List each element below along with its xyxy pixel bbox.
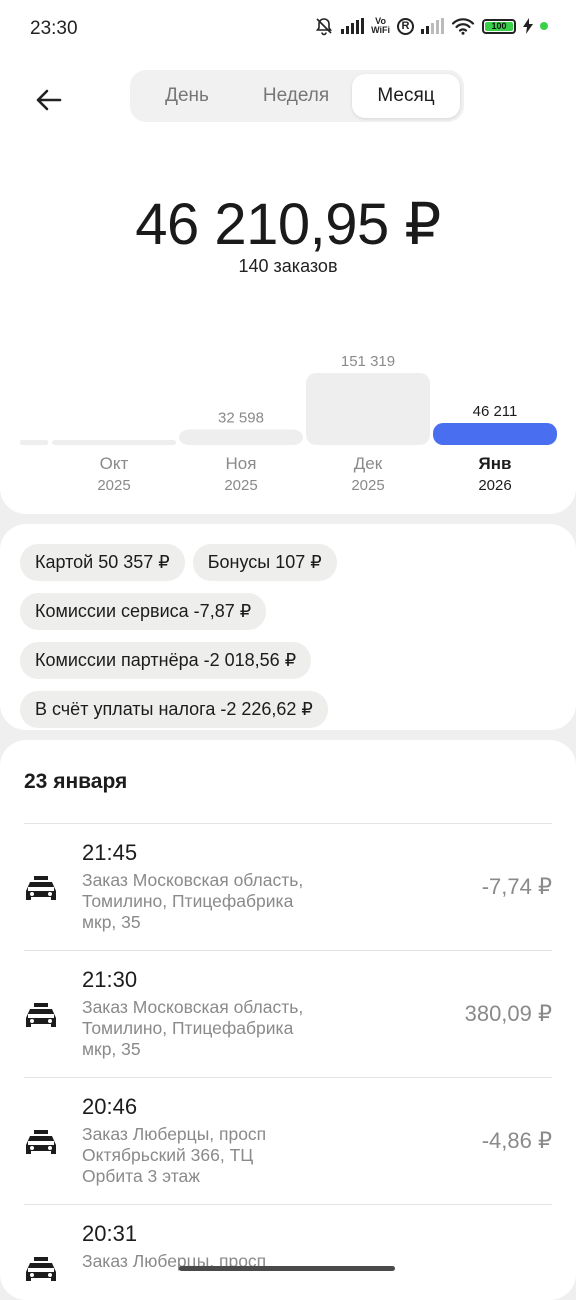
taxi-car-icon <box>26 1257 56 1281</box>
tab-day[interactable]: День <box>134 74 240 118</box>
breakdown-card: Картой 50 357 ₽ Бонусы 107 ₽ Комиссии се… <box>0 524 576 730</box>
order-row[interactable]: 21:30 Заказ Московская область, Томилино… <box>24 950 552 1077</box>
order-time: 20:31 <box>82 1221 138 1246</box>
order-time: 20:46 <box>82 1094 138 1119</box>
orders-count: 140 заказов <box>238 256 338 276</box>
period-switcher: День Неделя Месяц <box>130 70 464 122</box>
chip-service-fee[interactable]: Комиссии сервиса -7,87 ₽ <box>20 593 267 630</box>
order-amount: -7,74 ₽ <box>481 874 552 899</box>
chart-year-label: 2025 <box>224 477 257 494</box>
chart-month-label: Окт <box>100 454 129 473</box>
home-indicator[interactable] <box>179 1266 395 1271</box>
chart-bar-prev <box>20 440 48 445</box>
chart-value-label: 46 211 <box>473 403 518 420</box>
status-bar: 23:30 Vo WiFi R 100 <box>0 0 576 58</box>
chart-year-label: 2026 <box>478 477 511 494</box>
vowifi-icon: Vo WiFi <box>371 16 390 35</box>
chart-bar <box>433 423 557 445</box>
chip-tax[interactable]: В счёт уплаты налога -2 226,62 ₽ <box>20 691 328 728</box>
chart-bar <box>52 440 176 445</box>
order-time: 21:45 <box>82 840 138 865</box>
signal-2-icon <box>421 18 444 34</box>
chart-month-label: Янв <box>479 454 512 473</box>
order-address: Заказ Московская область, Томилино, Птиц… <box>82 870 304 932</box>
chart-year-label: 2025 <box>97 477 130 494</box>
chart-month-label: Ноя <box>226 454 257 473</box>
taxi-car-icon <box>26 876 56 900</box>
chip-card-payment[interactable]: Картой 50 357 ₽ <box>20 544 185 581</box>
status-time: 23:30 <box>30 18 78 39</box>
charging-icon <box>523 18 533 34</box>
tab-week[interactable]: Неделя <box>242 74 350 118</box>
chart-month-label: Дек <box>354 454 383 473</box>
status-dot <box>540 22 548 30</box>
chart-year-label: 2025 <box>351 477 384 494</box>
battery-icon: 100 <box>482 18 516 34</box>
order-address: Заказ Московская область, Томилино, Птиц… <box>82 997 304 1059</box>
orders-card: 23 января 21:45 Заказ Московская область… <box>0 740 576 1300</box>
chart-bar <box>179 429 303 445</box>
breakdown-chips: Картой 50 357 ₽ Бонусы 107 ₽ Комиссии се… <box>20 544 560 728</box>
date-header: 23 января <box>24 770 128 793</box>
chart-svg: Окт 2025 32 598 Ноя 2025 151 319 Дек 2025 46 211… <box>20 353 557 494</box>
chip-bonuses[interactable]: Бонусы 107 ₽ <box>192 544 337 581</box>
total-amount: 46 210,95 ₽ <box>135 192 441 257</box>
taxi-car-icon <box>26 1003 56 1027</box>
chart-value-label: 32 598 <box>218 409 264 426</box>
arrow-left-icon <box>36 89 62 111</box>
chart-bar <box>306 373 430 445</box>
order-amount: -4,86 ₽ <box>481 1128 552 1153</box>
status-icons: Vo WiFi R 100 <box>314 16 548 36</box>
taxi-car-icon <box>26 1130 56 1154</box>
order-address: Заказ Люберцы, просп Октябрьский 366, ТЦ… <box>82 1124 267 1186</box>
roaming-icon: R <box>397 17 414 35</box>
bell-off-icon <box>315 18 333 36</box>
tab-month[interactable]: Месяц <box>352 74 460 118</box>
wifi-icon <box>451 18 475 35</box>
summary-card: День Неделя Месяц 46 210,95 ₽ 140 заказо… <box>0 58 576 514</box>
order-row[interactable]: 20:31 Заказ Люберцы, просп <box>24 1204 552 1300</box>
back-button[interactable] <box>28 80 68 120</box>
order-row[interactable]: 21:45 Заказ Московская область, Томилино… <box>24 823 552 950</box>
order-amount: 380,09 ₽ <box>464 1001 552 1026</box>
order-time: 21:30 <box>82 967 138 992</box>
earnings-chart[interactable]: Окт 2025 32 598 Ноя 2025 151 319 Дек 2025 46 211… <box>0 344 576 494</box>
chip-partner-fee[interactable]: Комиссии партнёра -2 018,56 ₽ <box>20 642 312 679</box>
order-row[interactable]: 20:46 Заказ Люберцы, просп Октябрьский 3… <box>24 1077 552 1204</box>
chart-value-label: 151 319 <box>341 353 395 370</box>
signal-icon <box>341 18 365 34</box>
